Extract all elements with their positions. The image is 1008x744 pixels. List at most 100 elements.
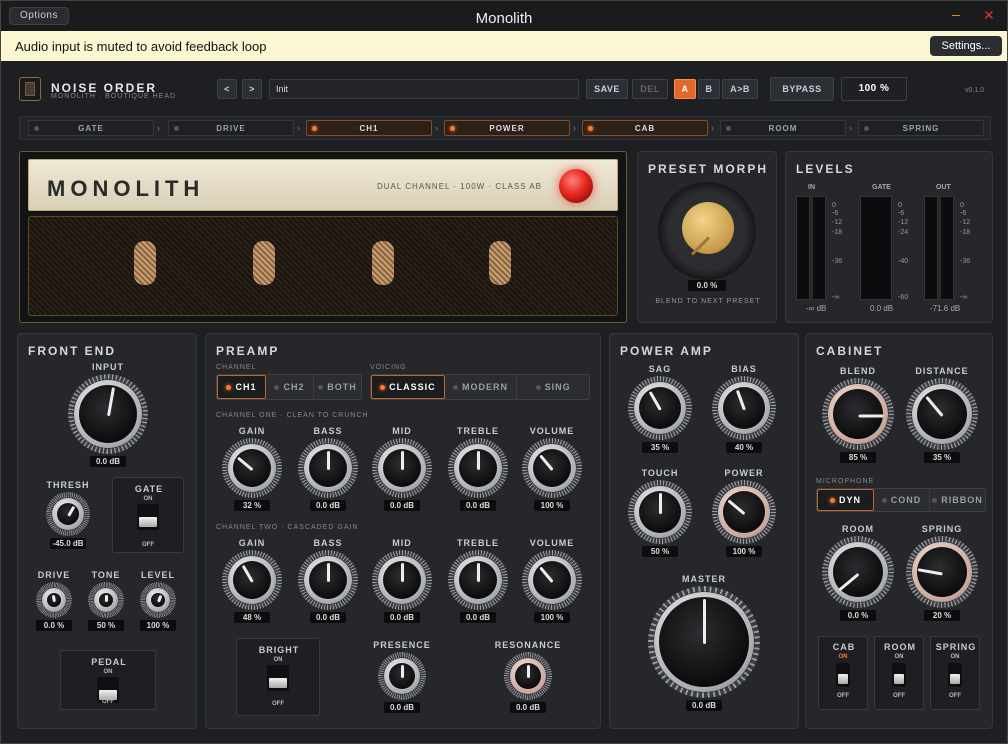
prev-preset-button[interactable]: < bbox=[217, 79, 237, 99]
voicing-label: VOICING bbox=[370, 364, 407, 371]
led-icon bbox=[453, 384, 458, 390]
led-icon bbox=[450, 126, 455, 131]
chain-slot-room[interactable]: ROOM bbox=[720, 120, 846, 136]
microphone-selector-option-cond[interactable]: COND bbox=[874, 489, 930, 511]
preset-b-button[interactable]: B bbox=[698, 79, 720, 99]
meter-out-label: OUT bbox=[936, 184, 951, 191]
chain-slot-power[interactable]: POWER bbox=[444, 120, 570, 136]
preset-a-button[interactable]: A bbox=[674, 79, 696, 99]
room_sw-on-label: ON bbox=[894, 654, 904, 660]
microphone-selector: DYN COND RIBBON bbox=[816, 488, 986, 512]
bright-toggle[interactable]: BRIGHT ON OFF bbox=[236, 638, 320, 716]
touch-knob-label: TOUCH bbox=[641, 468, 679, 478]
chain-slot-label: DRIVE bbox=[216, 123, 246, 133]
blend-knob-value: 85 % bbox=[840, 452, 876, 463]
voicing-selector-option-classic[interactable]: CLASSIC bbox=[371, 375, 445, 399]
settings-button[interactable]: Settings... bbox=[930, 36, 1002, 56]
ch2-volume-knob-value: 100 % bbox=[534, 612, 570, 623]
chain-slot-label: CAB bbox=[634, 123, 656, 133]
meter-tick: -24 bbox=[898, 229, 909, 236]
channel-selector-option-both[interactable]: BOTH bbox=[314, 375, 361, 399]
chain-slot-spring[interactable]: SPRING bbox=[858, 120, 984, 136]
close-icon[interactable]: ✕ bbox=[983, 7, 995, 24]
pedal-toggle[interactable]: PEDAL ON OFF bbox=[60, 650, 156, 710]
cabinet-panel: CABINET MICROPHONE BLEND 85 % DISTANCE 35 %… bbox=[805, 333, 993, 729]
thresh-knob-value: -45.0 dB bbox=[50, 538, 86, 549]
voicing-selector: CLASSIC MODERN SING bbox=[370, 374, 590, 400]
touch-knob-value: 50 % bbox=[642, 546, 678, 557]
chain-slot-ch1[interactable]: CH1 bbox=[306, 120, 432, 136]
chain-slot-cab[interactable]: CAB bbox=[582, 120, 708, 136]
plugin-window: Options Monolith – ✕ Audio input is mute… bbox=[0, 0, 1008, 744]
bright-off-label: OFF bbox=[272, 701, 284, 707]
front-end-panel: FRONT END INPUT 0.0 dB THRESH -45.0 dB GATE O… bbox=[17, 333, 197, 729]
input-knob-label: INPUT bbox=[92, 362, 124, 372]
ch1-mid-knob-value: 0.0 dB bbox=[384, 500, 420, 511]
title-bar: Options Monolith – ✕ bbox=[1, 1, 1007, 31]
gate-toggle-switch[interactable] bbox=[137, 504, 159, 530]
cab_sw-switch[interactable] bbox=[836, 663, 850, 687]
meter-gate bbox=[860, 196, 892, 300]
spring-toggle[interactable]: SPRING ON OFF bbox=[930, 636, 980, 710]
copy-a-to-b-button[interactable]: A>B bbox=[722, 79, 758, 99]
next-preset-button[interactable]: > bbox=[242, 79, 262, 99]
meter-tick: -36 bbox=[832, 258, 843, 265]
power-knob-label: POWER bbox=[724, 468, 764, 478]
room-toggle[interactable]: ROOM ON OFF bbox=[874, 636, 924, 710]
room_sw-off-label: OFF bbox=[893, 693, 905, 699]
option-label: SING bbox=[544, 382, 571, 392]
resonance-knob-pointer bbox=[527, 665, 530, 678]
meter-gate-label: GATE bbox=[872, 184, 891, 191]
ch1-treble-knob-value: 0.0 dB bbox=[460, 500, 496, 511]
chain-arrow-icon: › bbox=[711, 123, 714, 133]
spring_sw-switch[interactable] bbox=[948, 663, 962, 687]
room_sw-switch[interactable] bbox=[892, 663, 906, 687]
amp-nameplate: MONOLITH DUAL CHANNEL · 100W · CLASS AB bbox=[28, 159, 618, 211]
voicing-selector-option-sing[interactable]: SING bbox=[517, 375, 589, 399]
power-amp-panel: POWER AMP SAG 35 % BIAS 40 % TOUCH 50 % POWER 1… bbox=[609, 333, 799, 729]
tube-icon bbox=[489, 241, 511, 285]
microphone-selector-option-dyn[interactable]: DYN bbox=[817, 489, 874, 511]
ch1-volume-knob-value: 100 % bbox=[534, 500, 570, 511]
channel-label: CHANNEL bbox=[216, 364, 257, 371]
bypass-button[interactable]: BYPASS bbox=[770, 77, 834, 101]
input-knob-value: 0.0 dB bbox=[90, 456, 126, 467]
channel-selector-option-ch1[interactable]: CH1 bbox=[217, 375, 266, 399]
led-icon bbox=[174, 126, 179, 131]
channel-selector-option-ch2[interactable]: CH2 bbox=[266, 375, 314, 399]
channel-one-label: CHANNEL ONE · CLEAN TO CRUNCH bbox=[216, 412, 369, 419]
cab-toggle[interactable]: CAB ON OFF bbox=[818, 636, 868, 710]
levels-panel: LEVELS IN 0 -6 -12 -18 -36 -∞ -∞ dB GATE 0 -6 -12 -2… bbox=[785, 151, 993, 323]
save-button[interactable]: SAVE bbox=[586, 79, 628, 99]
chain-slot-gate[interactable]: GATE bbox=[28, 120, 154, 136]
morph-caption: BLEND TO NEXT PRESET bbox=[655, 298, 761, 305]
minimize-icon[interactable]: – bbox=[952, 6, 960, 22]
delete-button[interactable]: DEL bbox=[632, 79, 668, 99]
meter-out-value: -71.6 dB bbox=[930, 304, 961, 313]
morph-knob[interactable] bbox=[682, 202, 734, 254]
meter-in bbox=[796, 196, 810, 300]
room-knob-label: ROOM bbox=[842, 524, 874, 534]
ch1-mid-knob-pointer bbox=[401, 451, 404, 470]
pedal-toggle-label: PEDAL bbox=[91, 657, 127, 667]
meter-in-label: IN bbox=[808, 184, 815, 191]
led-icon bbox=[726, 126, 731, 131]
window-title: Monolith bbox=[475, 10, 533, 27]
mix-value[interactable]: 100 % bbox=[841, 77, 907, 101]
voicing-selector-option-modern[interactable]: MODERN bbox=[445, 375, 518, 399]
chain-slot-drive[interactable]: DRIVE bbox=[168, 120, 294, 136]
meter-tick: -6 bbox=[832, 210, 839, 217]
signal-chain: GATE › DRIVE › CH1 › POWER › CAB › ROOM › SPRING bbox=[19, 116, 991, 140]
gate-toggle[interactable]: GATE ON OFF bbox=[112, 477, 184, 553]
front-end-title: FRONT END bbox=[28, 344, 116, 358]
bright-switch[interactable] bbox=[267, 665, 289, 691]
microphone-selector-option-ribbon[interactable]: RIBBON bbox=[930, 489, 985, 511]
resonance-knob-label: RESONANCE bbox=[494, 640, 562, 650]
meter-tick: 0 bbox=[832, 202, 836, 209]
preset-name-field[interactable]: Init bbox=[269, 79, 579, 99]
led-icon bbox=[312, 126, 317, 131]
ch2-mid-knob-pointer bbox=[401, 563, 404, 582]
meter-tick: -18 bbox=[960, 229, 971, 236]
chain-arrow-icon: › bbox=[573, 123, 576, 133]
ch2-mid-knob-value: 0.0 dB bbox=[384, 612, 420, 623]
